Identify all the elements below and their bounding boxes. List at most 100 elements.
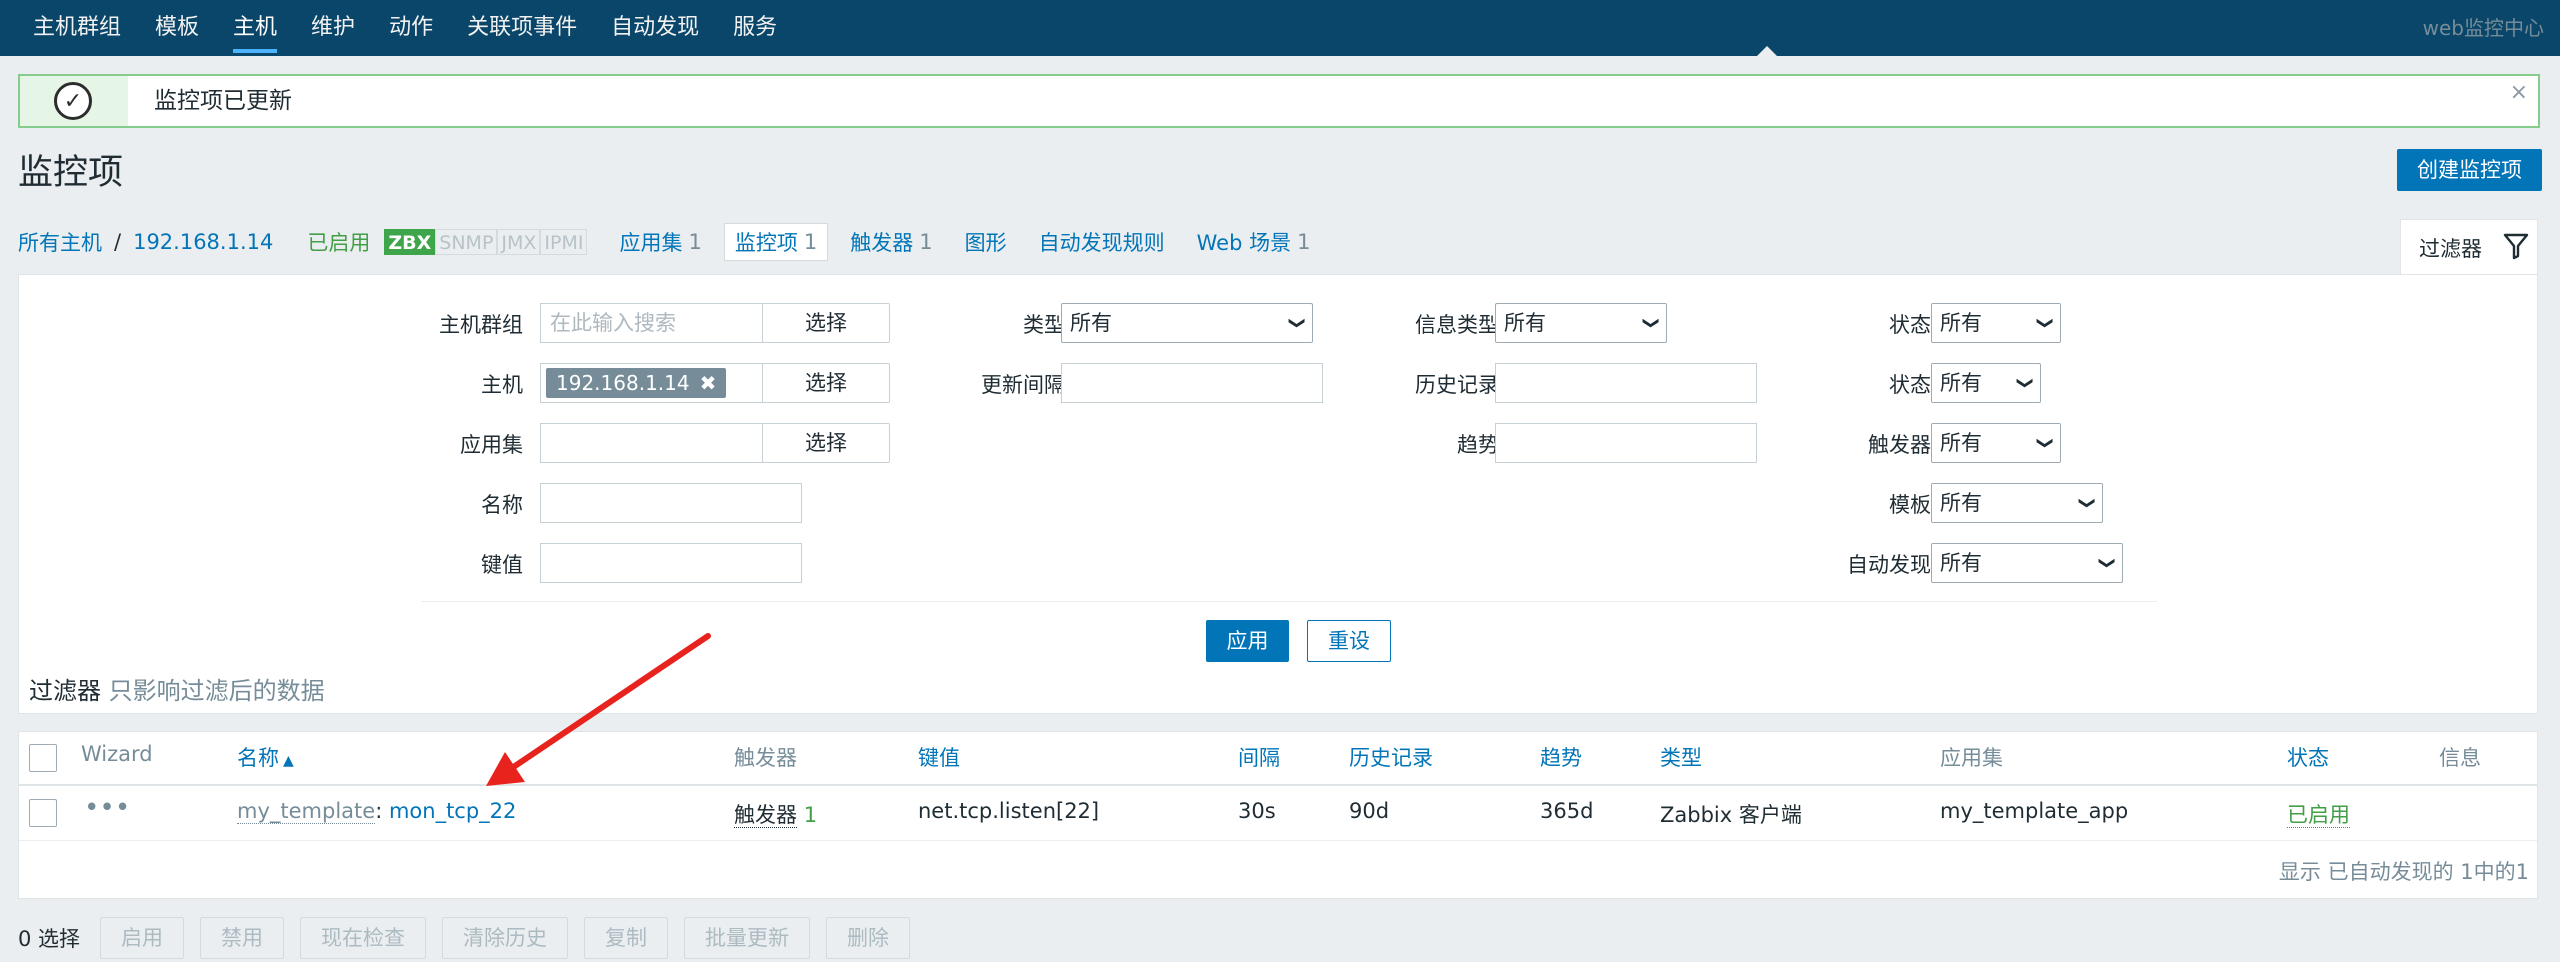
reset-button[interactable]: 重设 [1307,620,1391,662]
state-label: 状态 [1889,313,1931,337]
column-trends[interactable]: 趋势 [1540,742,1582,772]
template-select-value: 所有 [1940,491,1982,515]
status-cell: 已启用 [2287,799,2350,829]
breadcrumb: 所有主机 / 192.168.1.14 已启用 ZBX SNMP JMX IPM… [18,222,1310,262]
column-wizard: Wizard [81,742,153,766]
column-type[interactable]: 类型 [1660,742,1702,772]
clear-history-button[interactable]: 清除历史 [442,917,569,959]
triggers-link[interactable]: 触发器 [734,803,797,828]
discovery-select[interactable]: 所有 ❯ [1931,543,2123,583]
type-select[interactable]: 所有 ❯ [1061,303,1313,343]
interval-cell: 30s [1238,799,1276,823]
nav-item-actions[interactable]: 动作 [372,0,450,56]
zbx-badge: ZBX [384,229,436,255]
state-select-value: 所有 [1940,311,1982,335]
nav-item-host-groups[interactable]: 主机群组 [16,0,138,56]
update-interval-input[interactable] [1061,363,1323,403]
link-triggers[interactable]: 触发器 1 [850,227,932,257]
trends-input[interactable] [1495,423,1757,463]
template-label: 模板 [1889,493,1931,517]
ipmi-badge: IPMI [540,229,588,255]
column-key[interactable]: 键值 [918,742,960,772]
info-type-select[interactable]: 所有 ❯ [1495,303,1667,343]
mass-update-button[interactable]: 批量更新 [684,917,811,959]
apply-button[interactable]: 应用 [1206,620,1289,662]
column-status[interactable]: 状态 [2287,742,2329,772]
status-toggle-link[interactable]: 已启用 [2287,803,2350,828]
key-input[interactable] [540,543,802,583]
nav-item-services[interactable]: 服务 [716,0,794,56]
key-cell: net.tcp.listen[22] [918,799,1100,823]
availability-badges: ZBX SNMP JMX IPMI [384,229,588,255]
nav-item-hosts[interactable]: 主机 [216,0,294,56]
host-status[interactable]: 已启用 [307,227,370,257]
column-name[interactable]: 名称 ▲ [237,742,294,772]
selected-count: 0 选择 [18,927,81,951]
row-checkbox[interactable] [29,799,57,827]
filter-tab[interactable]: 过滤器 [2400,219,2538,275]
trends-cell: 365d [1540,799,1594,823]
link-web-scenarios-count: 1 [1297,230,1311,254]
name-input[interactable] [540,483,802,523]
history-input[interactable] [1495,363,1757,403]
create-item-button[interactable]: 创建监控项 [2397,149,2542,191]
host-groups-label: 主机群组 [439,313,523,337]
nav-item-maintenance[interactable]: 维护 [294,0,372,56]
link-items-label[interactable]: 监控项 [735,227,798,257]
filter-note-text: 只影响过滤后的数据 [108,677,325,705]
type-cell: Zabbix 客户端 [1660,803,1802,827]
nav-item-event-correlation[interactable]: 关联项事件 [450,0,594,56]
host-chip-label: 192.168.1.14 [556,371,690,395]
disable-button[interactable]: 禁用 [200,917,285,959]
enable-button[interactable]: 启用 [100,917,185,959]
link-graphs-label[interactable]: 图形 [965,227,1007,257]
close-icon[interactable]: × [2510,80,2528,105]
link-web-scenarios-label[interactable]: Web 场景 [1197,227,1291,257]
status-select[interactable]: 所有 ❯ [1931,363,2041,403]
link-applications[interactable]: 应用集 1 [619,227,701,257]
filter-panel: 主机群组 在此输入搜索 选择 主机 192.168.1.14 ✖ 选择 应用集 选… [18,274,2538,714]
template-select[interactable]: 所有 ❯ [1931,483,2103,523]
delete-button[interactable]: 删除 [826,917,911,959]
host-groups-select-button[interactable]: 选择 [762,303,890,343]
info-type-select-value: 所有 [1504,311,1546,335]
column-interval[interactable]: 间隔 [1238,742,1280,772]
template-link[interactable]: my_template [237,799,376,824]
triggers-cell: 触发器 1 [734,799,817,829]
column-history[interactable]: 历史记录 [1349,742,1433,772]
link-web-scenarios[interactable]: Web 场景 1 [1197,227,1311,257]
link-graphs[interactable]: 图形 [965,227,1007,257]
filter-note-title: 过滤器 [29,677,101,705]
wizard-menu-icon[interactable]: ••• [85,795,131,819]
filter-icon [2503,232,2529,265]
chevron-down-icon: ❯ [2098,556,2118,570]
link-discovery-rules[interactable]: 自动发现规则 [1039,227,1165,257]
type-select-value: 所有 [1070,311,1112,335]
chevron-down-icon: ❯ [2036,436,2056,450]
item-name-link[interactable]: mon_tcp_22 [389,799,516,823]
state-select[interactable]: 所有 ❯ [1931,303,2061,343]
link-discovery-rules-label[interactable]: 自动发现规则 [1039,227,1165,257]
name-label: 名称 [481,493,523,517]
nav-item-discovery[interactable]: 自动发现 [594,0,716,56]
column-name-label[interactable]: 名称 [237,746,279,770]
chevron-down-icon: ❯ [2016,376,2036,390]
link-triggers-label[interactable]: 触发器 [850,227,913,257]
filter-divider [421,601,2157,602]
history-cell: 90d [1349,799,1390,823]
chip-remove-icon[interactable]: ✖ [700,371,717,395]
copy-button[interactable]: 复制 [584,917,669,959]
info-type-label: 信息类型 [1415,313,1499,337]
hosts-select-button[interactable]: 选择 [762,363,890,403]
snmp-badge: SNMP [435,229,498,255]
breadcrumb-host[interactable]: 192.168.1.14 [133,230,273,254]
check-icon: ✓ [54,82,92,120]
select-all-checkbox[interactable] [29,744,57,772]
triggers-select[interactable]: 所有 ❯ [1931,423,2061,463]
breadcrumb-all-hosts[interactable]: 所有主机 [18,227,102,257]
link-applications-label[interactable]: 应用集 [619,227,682,257]
application-select-button[interactable]: 选择 [762,423,890,463]
link-items[interactable]: 监控项 1 [723,223,829,261]
nav-item-templates[interactable]: 模板 [138,0,216,56]
check-now-button[interactable]: 现在检查 [300,917,427,959]
